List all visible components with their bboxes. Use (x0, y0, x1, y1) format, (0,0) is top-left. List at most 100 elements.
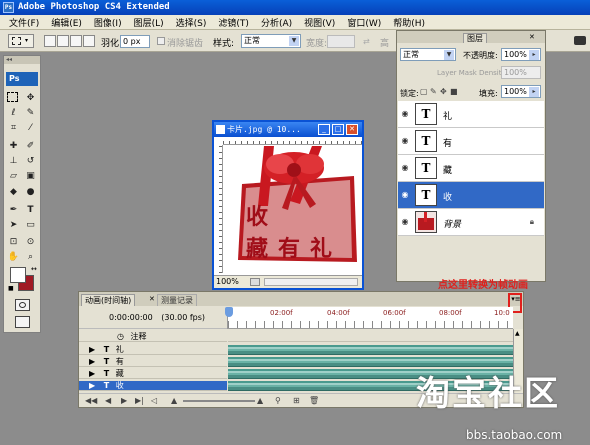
history-brush-icon[interactable]: ↺ (24, 155, 37, 167)
eyedropper-tool-icon[interactable]: ⁄ (24, 122, 37, 134)
healing-brush-icon[interactable]: ✚ (7, 140, 20, 152)
3d-orbit-icon[interactable]: ⊙ (24, 236, 37, 248)
track-row-selected[interactable]: ▶ T 收 (79, 381, 227, 391)
lasso-tool-icon[interactable]: ℓ (7, 107, 20, 119)
feather-input[interactable]: 0 px (120, 35, 150, 48)
first-frame-icon[interactable]: ◀◀ (85, 394, 97, 408)
tab-animation-timeline[interactable]: 动画(时间轴) (81, 294, 136, 306)
lock-position-icon[interactable]: ✥ (440, 87, 447, 96)
clone-stamp-icon[interactable]: ⊥ (7, 155, 20, 167)
foreground-color-swatch[interactable] (10, 267, 26, 283)
menu-file[interactable]: 文件(F) (3, 16, 45, 29)
quick-mask-icon[interactable] (15, 299, 30, 311)
chevron-up-icon[interactable]: ▲ (515, 331, 522, 337)
blend-mode-select[interactable]: 正常 ▼ (400, 48, 456, 61)
fill-input[interactable]: 100% ▸ (501, 85, 541, 98)
zoom-out-icon[interactable]: ▲ (171, 394, 177, 408)
swap-colors-icon[interactable]: ↔ (31, 265, 39, 273)
zoom-tool-icon[interactable]: ⌕ (24, 251, 37, 263)
toolbox-grip[interactable]: ◂◂ (4, 56, 40, 64)
visibility-eye-icon[interactable]: ◉ (400, 163, 410, 173)
intersect-selection-icon[interactable] (83, 35, 95, 47)
current-time[interactable]: 0:00:00:00 (109, 313, 153, 322)
layer-row[interactable]: ◉ T 有 (398, 128, 544, 155)
shape-tool-icon[interactable]: ▭ (24, 219, 37, 231)
move-tool-icon[interactable]: ✥ (24, 92, 37, 104)
lock-pixels-icon[interactable]: ✎ (430, 87, 437, 96)
menu-analysis[interactable]: 分析(A) (255, 16, 298, 29)
style-select[interactable]: 正常 ▼ (241, 34, 301, 48)
track-bar[interactable] (228, 345, 513, 355)
3d-rotate-icon[interactable]: ⊡ (7, 236, 20, 248)
stopwatch-icon[interactable]: ◷ (117, 332, 124, 341)
layer-row[interactable]: ◉ T 藏 (398, 155, 544, 182)
screen-mode-icon[interactable] (15, 316, 30, 328)
blur-tool-icon[interactable]: ◆ (7, 186, 20, 198)
panel-menu-icon[interactable]: ✕ (529, 33, 535, 41)
tab-measurement-log[interactable]: 测量记录 (157, 294, 197, 306)
layer-row-background[interactable]: ◉ 背景 🔒︎ (398, 209, 544, 236)
pen-tool-icon[interactable]: ✒ (7, 204, 20, 216)
marquee-tool-icon[interactable] (7, 92, 18, 102)
lock-all-icon[interactable]: ■ (450, 87, 458, 96)
menu-window[interactable]: 窗口(W) (341, 16, 387, 29)
zoom-level[interactable]: 100% (216, 277, 239, 286)
visibility-eye-icon[interactable]: ◉ (400, 217, 410, 227)
time-ruler[interactable]: 02:00f 04:00f 06:00f 08:00f 10:0 (225, 307, 514, 329)
tab-layers[interactable]: 图层 (463, 33, 487, 43)
menu-help[interactable]: 帮助(H) (387, 16, 431, 29)
track-row[interactable]: ▶ T 有 (79, 357, 227, 367)
track-row[interactable]: ▶ T 藏 (79, 369, 227, 379)
width-input[interactable] (327, 35, 355, 48)
track-row[interactable]: ▶ T 礼 (79, 345, 227, 355)
subtract-selection-icon[interactable] (70, 35, 82, 47)
layer-row-selected[interactable]: ◉ T 收 (398, 182, 544, 209)
crop-tool-icon[interactable]: ⌗ (7, 122, 20, 134)
quick-select-icon[interactable]: ✎ (24, 107, 37, 119)
expand-triangle-icon[interactable]: ▶ (89, 357, 95, 366)
path-select-icon[interactable]: ➤ (7, 219, 20, 231)
play-icon[interactable]: ▶ (121, 394, 127, 408)
delete-icon[interactable]: 🗑︎ (309, 394, 319, 408)
antialias-checkbox[interactable] (157, 37, 165, 45)
default-colors-icon[interactable]: ■ (8, 285, 15, 292)
eraser-tool-icon[interactable]: ▱ (7, 170, 20, 182)
expand-triangle-icon[interactable]: ▶ (89, 369, 95, 378)
gradient-tool-icon[interactable]: ▣ (24, 170, 37, 182)
visibility-eye-icon[interactable]: ◉ (400, 190, 410, 200)
visibility-eye-icon[interactable]: ◉ (400, 136, 410, 146)
prev-frame-icon[interactable]: ◀ (105, 394, 111, 408)
next-frame-icon[interactable]: ▶| (135, 394, 144, 408)
menu-edit[interactable]: 编辑(E) (45, 16, 88, 29)
opacity-input[interactable]: 100% ▸ (501, 48, 541, 61)
expand-triangle-icon[interactable]: ▶ (89, 345, 95, 354)
new-frame-icon[interactable]: ⊞ (293, 394, 300, 408)
document-canvas[interactable]: 收 藏 有 礼 (224, 146, 362, 273)
audio-icon[interactable]: ◁ (151, 394, 157, 408)
mask-density-input[interactable]: 100% (501, 66, 541, 79)
menu-layer[interactable]: 图层(L) (128, 16, 170, 29)
horizontal-scrollbar[interactable] (264, 278, 358, 286)
close-tab-icon[interactable]: ✕ (149, 295, 155, 303)
hand-tool-icon[interactable]: ✋ (7, 251, 20, 263)
lock-transparency-icon[interactable]: ▢ (420, 87, 428, 96)
maximize-button[interactable]: □ (332, 124, 344, 135)
workspace-icon[interactable] (574, 36, 586, 45)
zoom-slider[interactable] (183, 400, 255, 402)
menu-image[interactable]: 图像(I) (88, 16, 128, 29)
visibility-eye-icon[interactable]: ◉ (400, 109, 410, 119)
expand-triangle-icon[interactable]: ▶ (89, 381, 95, 390)
tool-preset-picker[interactable]: ▾ (8, 34, 34, 48)
new-selection-icon[interactable] (44, 35, 56, 47)
brush-tool-icon[interactable]: ✐ (24, 140, 37, 152)
onion-skin-icon[interactable]: ⚲ (275, 394, 281, 408)
menu-filter[interactable]: 滤镜(T) (212, 16, 255, 29)
zoom-in-icon[interactable]: ▲ (257, 394, 263, 408)
swap-icon[interactable]: ⇄ (363, 37, 373, 46)
playhead[interactable] (225, 307, 233, 317)
type-tool-icon[interactable]: T (24, 204, 37, 216)
menu-view[interactable]: 视图(V) (298, 16, 341, 29)
dodge-tool-icon[interactable]: ● (24, 186, 37, 198)
minimize-button[interactable]: _ (318, 124, 330, 135)
close-button[interactable]: ✕ (346, 124, 358, 135)
